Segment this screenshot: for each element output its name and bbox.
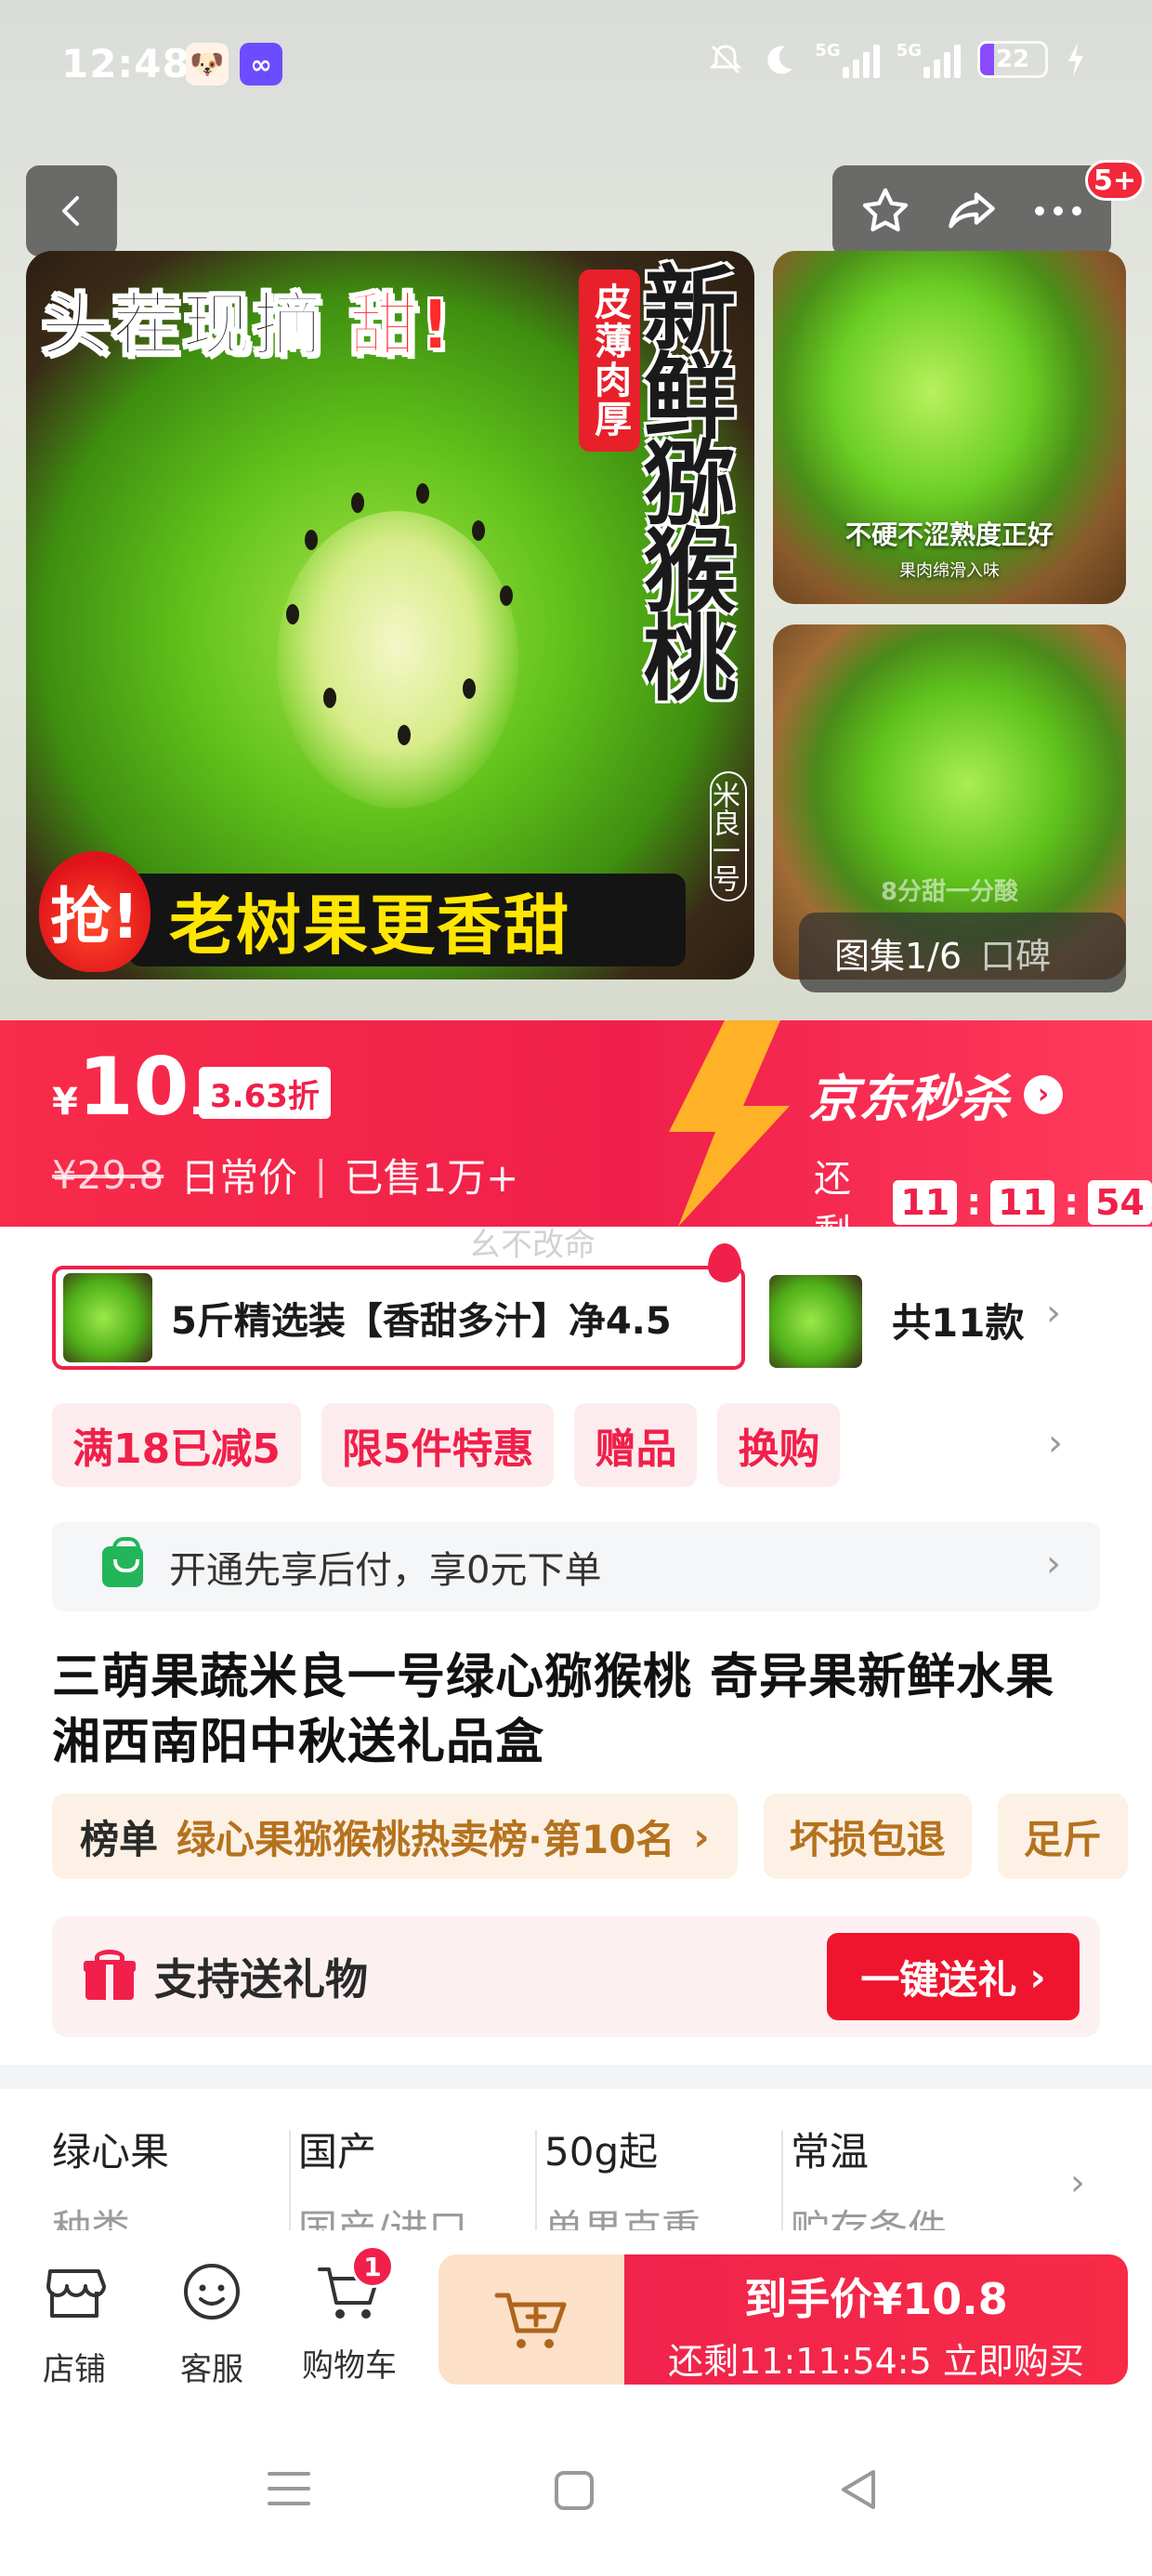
buy-countdown: 还剩11:11:54:5 立即购买 — [668, 2341, 1084, 2382]
add-to-cart-button[interactable] — [439, 2254, 624, 2385]
variant-selector: 5斤精选装【香甜多汁】净4.5 共11款 › — [52, 1243, 1102, 1370]
mute-bell-icon — [709, 45, 742, 74]
store-icon — [46, 2269, 106, 2318]
gallery-counter[interactable]: 图集1/6 口碑 — [799, 913, 1126, 992]
chevron-right-icon: › — [1046, 1543, 1061, 1585]
promotion-tags: 满18已减5 限5件特惠 赠品 换购 — [52, 1403, 841, 1487]
home-square-icon[interactable] — [552, 2468, 596, 2513]
notification-badge: 5+ — [1085, 160, 1145, 201]
battery-icon: 22 — [977, 41, 1048, 78]
star-icon — [862, 188, 908, 231]
countdown-hours: 11 — [893, 1180, 958, 1225]
service-chip[interactable]: 坏损包退 — [763, 1794, 972, 1879]
original-price: ¥29.8 — [52, 1152, 164, 1198]
back-button[interactable] — [26, 165, 117, 256]
product-gallery: 12:48 🐶 ∞ 5G 5G 22 5+ 头茬现摘 甜! 皮薄肉厚 新鲜猕猴桃… — [0, 0, 1152, 1020]
system-navigation-bar — [0, 2407, 1152, 2576]
charging-bolt-icon — [1068, 43, 1083, 76]
service-chip[interactable]: 足斤 — [997, 1794, 1128, 1879]
product-title: 三萌果蔬米良一号绿心猕猴桃 奇异果新鲜水果湘西南阳中秋送礼品盒 — [52, 1649, 1055, 1770]
main-product-image[interactable]: 头茬现摘 甜! 皮薄肉厚 新鲜猕猴桃 米良一号 老树果更香甜 抢! — [26, 251, 754, 979]
discount-tag: 3.63折 — [199, 1067, 331, 1119]
main-image-vertical-title: 新鲜猕猴桃 — [627, 260, 736, 697]
main-image-headline: 头茬现摘 甜! — [40, 284, 453, 366]
reviews-link[interactable]: 口碑 — [980, 927, 1051, 979]
countdown-seconds: 54 — [1088, 1180, 1152, 1225]
lightning-bolt-icon — [669, 1020, 790, 1227]
buy-now-button[interactable]: 到手价¥10.8 还剩11:11:54:5 立即购买 — [624, 2254, 1128, 2385]
watermark: 幺不改命 — [469, 1227, 596, 1264]
cart-count-badge: 1 — [351, 2245, 394, 2288]
flame-icon: 抢! — [39, 851, 151, 972]
gift-banner: 支持送礼物 一键送礼 › — [52, 1916, 1100, 2037]
gift-icon — [84, 1950, 136, 2000]
kiwi-core-graphic — [277, 511, 518, 808]
variant-count[interactable]: 共11款 — [892, 1292, 1024, 1348]
back-triangle-icon[interactable] — [836, 2466, 881, 2513]
shopping-bag-icon — [102, 1537, 143, 1587]
chevron-right-icon: › — [1070, 2162, 1085, 2204]
share-button[interactable] — [935, 174, 1009, 248]
variant-thumbnail — [63, 1273, 152, 1362]
gift-text: 支持送礼物 — [154, 1954, 368, 2004]
send-gift-button[interactable]: 一键送礼 › — [827, 1933, 1080, 2020]
thumbnail-caption: 不硬不涩熟度正好 果肉绵滑入味 — [844, 519, 1054, 581]
status-time: 12:48 — [61, 41, 190, 86]
top-actions — [832, 165, 1111, 256]
customer-service-button[interactable]: 客服 — [156, 2254, 268, 2389]
chevron-right-icon: › — [1024, 1074, 1063, 1114]
status-bar: 12:48 🐶 ∞ 5G 5G 22 — [0, 0, 1152, 139]
do-not-disturb-moon-icon — [767, 46, 793, 74]
original-price-label: 日常价 — [180, 1155, 298, 1201]
seckill-price-banner: ¥ 10 .8 3.63折 ¥29.8 日常价 | 已售1万+ 京东秒杀 › 还… — [0, 1020, 1152, 1227]
countdown-timer: 还剩 11 : 11 : 54 — [814, 1149, 1152, 1227]
gallery-count-label: 图集1/6 — [834, 935, 962, 977]
section-divider — [0, 2065, 1152, 2089]
main-image-banner: 老树果更香甜 抢! — [26, 849, 754, 979]
chevron-right-icon[interactable]: › — [1046, 1292, 1061, 1334]
chevron-right-icon[interactable]: › — [1048, 1422, 1063, 1465]
add-cart-icon — [494, 2293, 567, 2348]
hot-flame-icon — [708, 1243, 741, 1282]
promo-tag[interactable]: 赠品 — [574, 1403, 698, 1487]
countdown-minutes: 11 — [990, 1180, 1055, 1225]
app-notification-icon: 🐶 — [186, 43, 229, 85]
badge-row: 榜单 绿心果猕猴桃热卖榜·第10名 › 坏损包退 足斤 — [52, 1794, 1128, 1879]
gallery-thumbnail-1[interactable]: 不硬不涩熟度正好 果肉绵滑入味 — [773, 251, 1126, 604]
status-indicators: 5G 5G 22 — [707, 41, 1087, 78]
pay-later-banner[interactable]: 开通先享后付，享0元下单 › — [52, 1522, 1100, 1611]
menu-lines-icon[interactable] — [266, 2468, 312, 2509]
pay-later-text: 开通先享后付，享0元下单 — [169, 1549, 602, 1592]
more-button[interactable] — [1021, 174, 1095, 248]
chat-face-icon — [184, 2264, 240, 2320]
promo-tag[interactable]: 限5件特惠 — [321, 1403, 555, 1487]
cart-button[interactable]: 1 购物车 — [294, 2245, 405, 2385]
bottom-action-bar: 店铺 客服 1 购物车 到手价¥10.8 还剩11:11:54:5 立即购买 — [0, 2230, 1152, 2407]
buy-price: 到手价¥10.8 — [744, 2274, 1008, 2324]
shop-button[interactable]: 店铺 — [19, 2254, 130, 2389]
link-app-icon: ∞ — [240, 43, 282, 85]
more-dots-icon — [1035, 206, 1082, 216]
signal-strength-icon-2: 5G — [897, 41, 961, 78]
variant-label: 5斤精选装【香甜多汁】净4.5 — [171, 1300, 672, 1343]
seckill-link[interactable]: 京东秒杀 › — [808, 1058, 1063, 1131]
sold-count: 已售1万+ — [344, 1155, 519, 1201]
promo-tag[interactable]: 换购 — [717, 1403, 841, 1487]
chevron-left-icon — [62, 196, 79, 226]
selected-variant[interactable]: 5斤精选装【香甜多汁】净4.5 — [52, 1266, 745, 1370]
promo-tag[interactable]: 满18已减5 — [52, 1403, 301, 1487]
ranking-chip[interactable]: 榜单 绿心果猕猴桃热卖榜·第10名 › — [52, 1794, 738, 1879]
price-subline: ¥29.8 日常价 | 已售1万+ — [52, 1147, 518, 1203]
signal-strength-icon: 5G — [815, 41, 880, 78]
favorite-button[interactable] — [848, 174, 923, 248]
share-icon — [949, 192, 995, 229]
variant-thumbnail-2[interactable] — [769, 1275, 862, 1368]
thumbnail-caption: 8分甜一分酸 — [880, 878, 1019, 906]
